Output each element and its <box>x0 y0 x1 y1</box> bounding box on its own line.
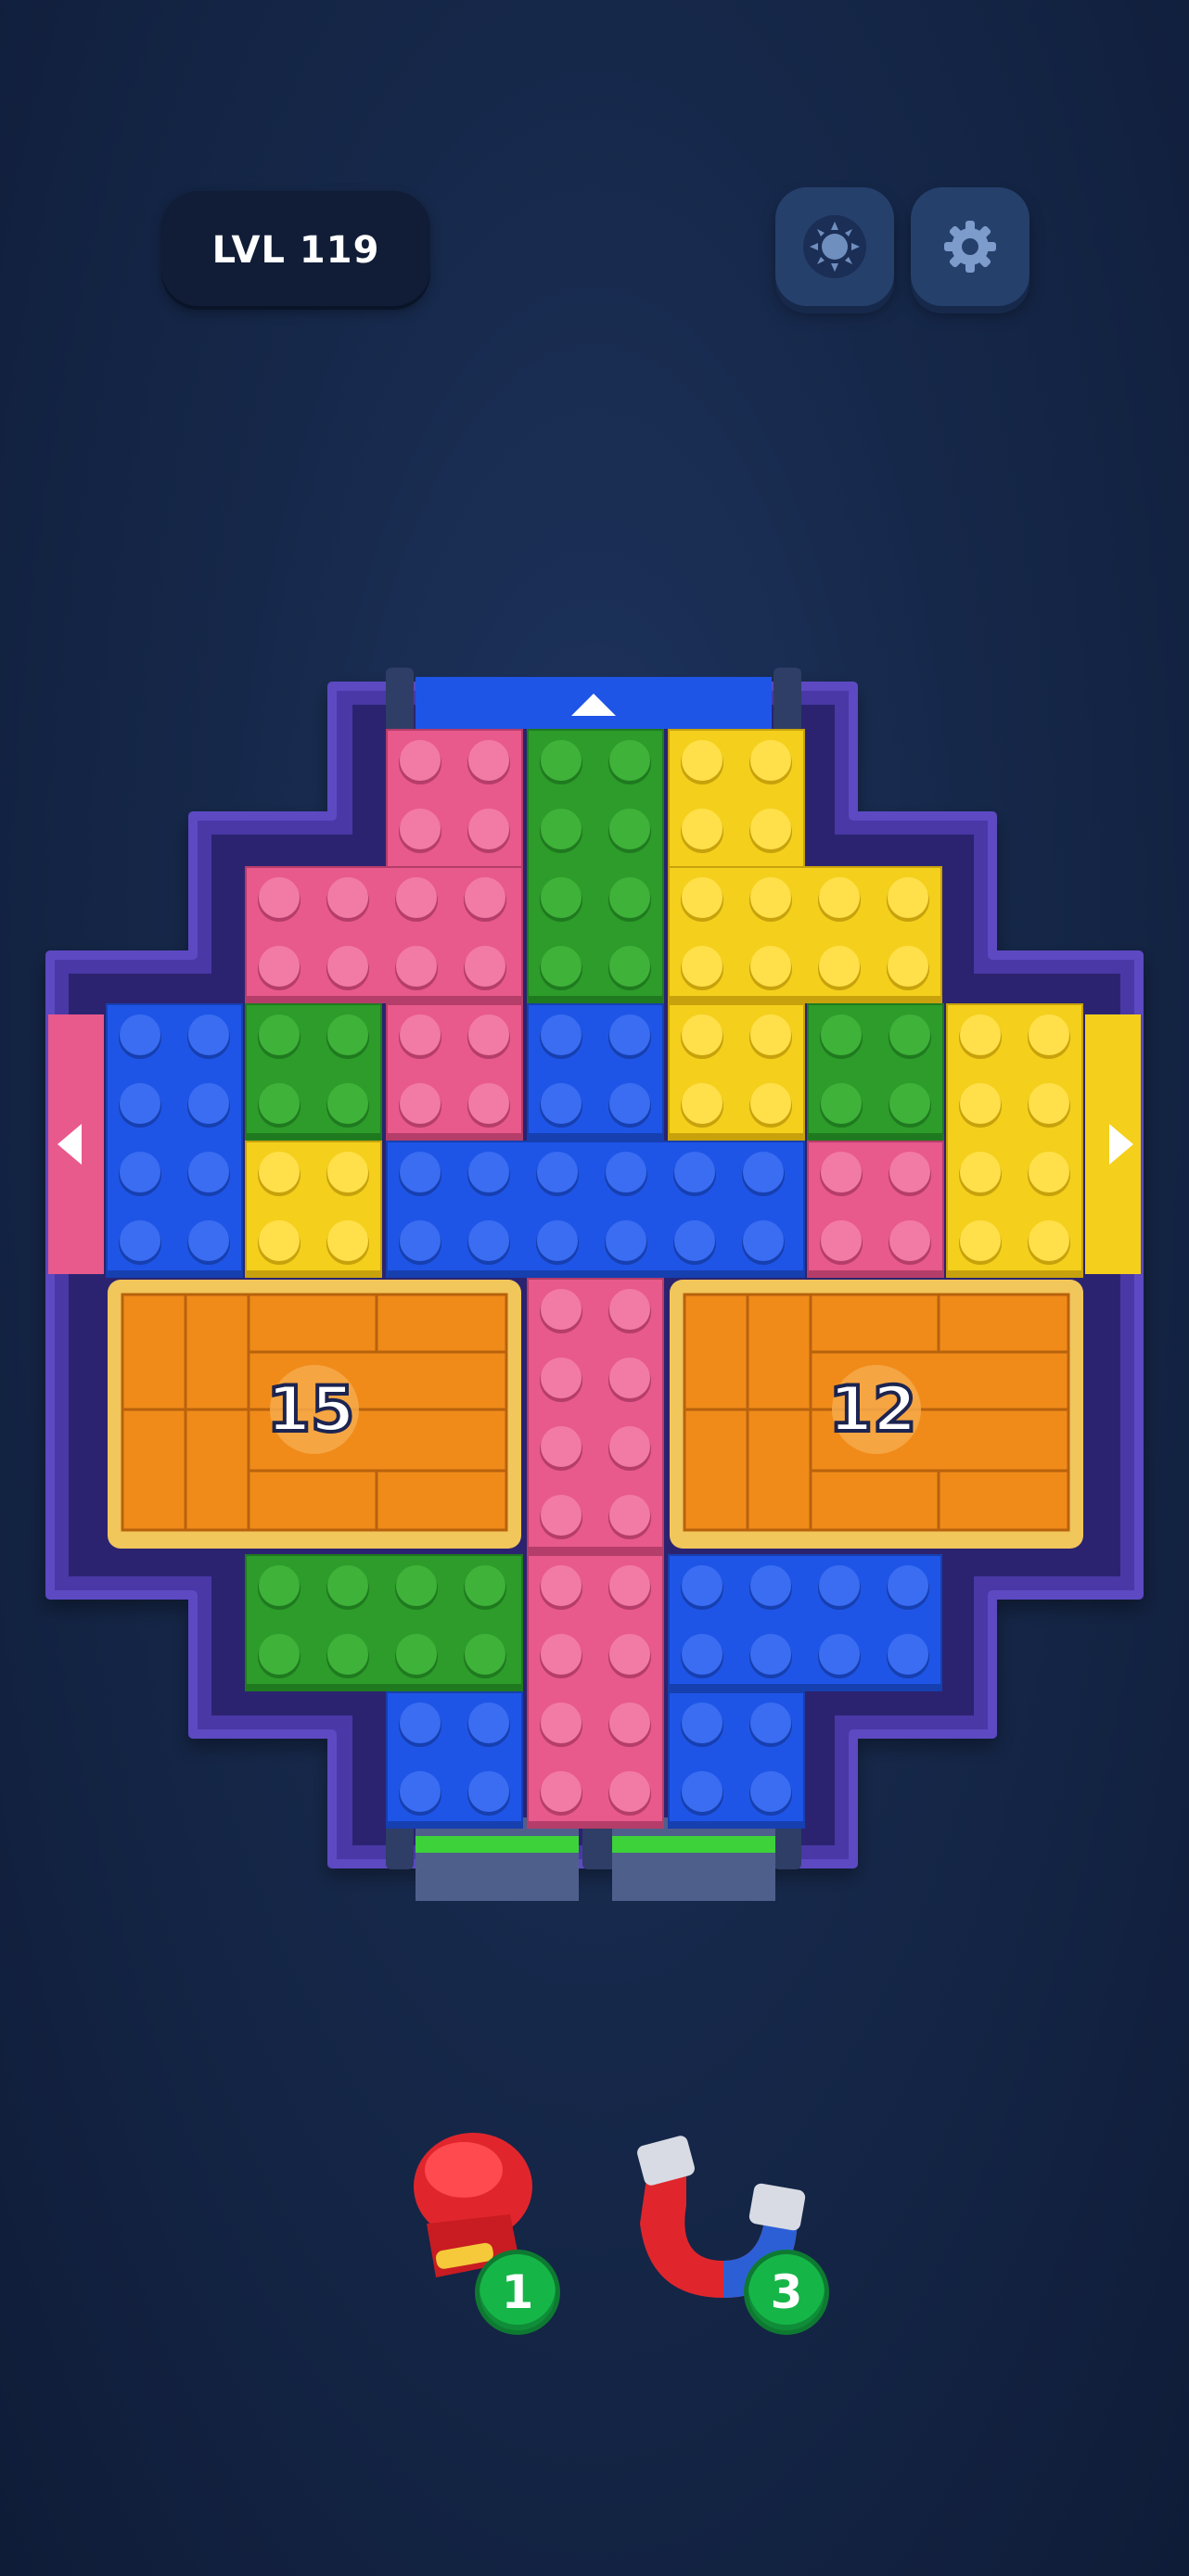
crate-right-count: 12 <box>827 1371 919 1448</box>
block-yellow-small-2[interactable] <box>245 1141 382 1278</box>
block-pink-top-wide[interactable] <box>245 866 523 1003</box>
puzzle-board <box>45 668 1144 1901</box>
block-blue-small-1[interactable] <box>527 1003 664 1141</box>
block-pink-center[interactable] <box>527 1278 664 1554</box>
glove-count-badge: 1 <box>475 2250 560 2335</box>
block-green-small-1[interactable] <box>245 1003 382 1141</box>
magnet-booster[interactable]: 3 <box>612 2122 835 2335</box>
crate-left-count: 15 <box>265 1371 357 1448</box>
right-exit-gate[interactable] <box>1085 1014 1141 1274</box>
block-green-top[interactable] <box>527 729 664 1003</box>
block-blue-bottom-right[interactable] <box>668 1554 942 1691</box>
magnet-count-badge: 3 <box>744 2250 829 2335</box>
block-blue-left[interactable] <box>106 1003 243 1278</box>
block-pink-small-1[interactable] <box>386 1003 523 1141</box>
block-pink-bottom[interactable] <box>527 1554 664 1829</box>
block-green-bottom[interactable] <box>245 1554 523 1691</box>
top-exit-gate[interactable] <box>386 668 801 733</box>
block-blue-wide[interactable] <box>386 1141 805 1278</box>
block-green-small-2[interactable] <box>807 1003 944 1141</box>
left-exit-gate[interactable] <box>48 1014 104 1274</box>
block-yellow-right[interactable] <box>946 1003 1083 1278</box>
block-blue-bottom-small[interactable] <box>668 1691 805 1829</box>
block-blue-bottom-left[interactable] <box>386 1691 523 1829</box>
boxing-glove-booster[interactable]: 1 <box>390 2122 575 2335</box>
block-pink-small-2[interactable] <box>807 1141 944 1278</box>
block-yellow-top-wide[interactable] <box>668 866 942 1003</box>
block-yellow-small-1[interactable] <box>668 1003 805 1141</box>
